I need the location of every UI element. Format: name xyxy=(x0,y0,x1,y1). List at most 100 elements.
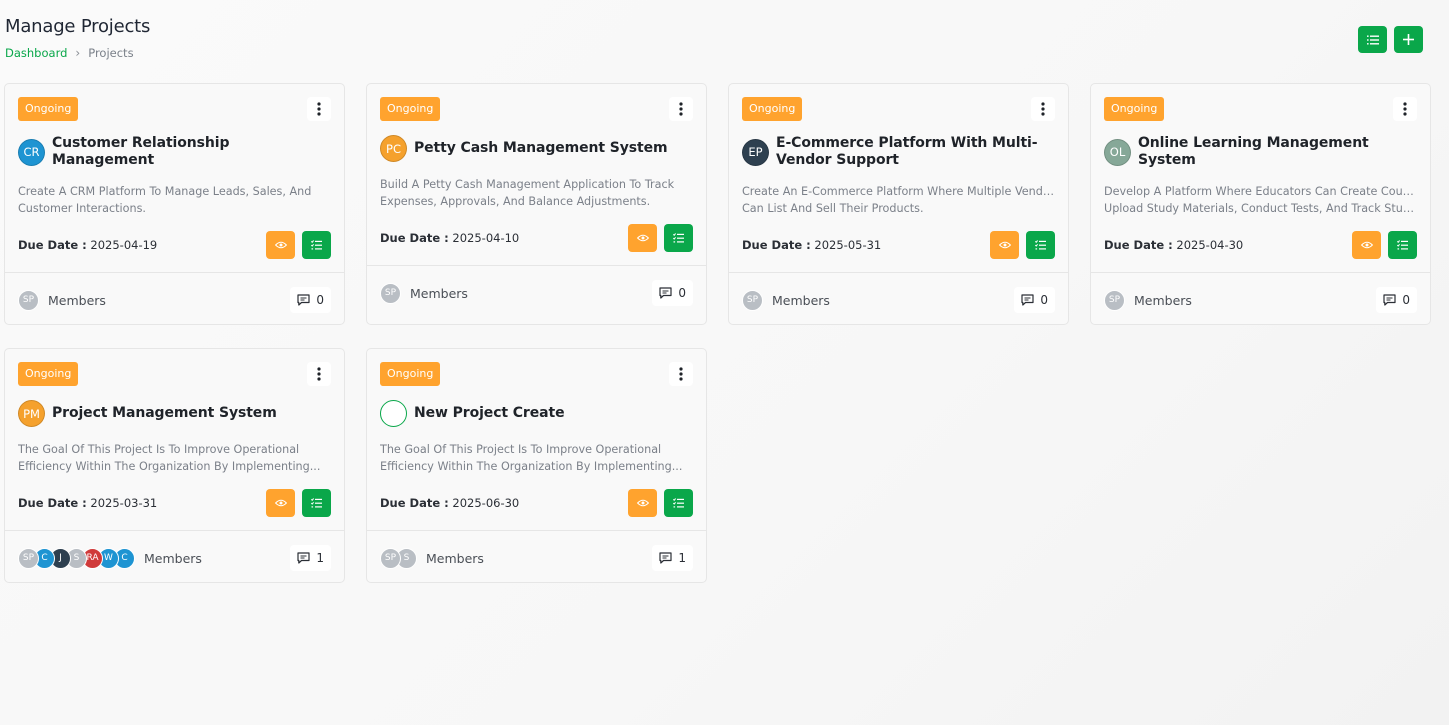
project-tasks-button[interactable] xyxy=(664,224,693,252)
eye-icon xyxy=(1360,241,1373,249)
view-project-button[interactable] xyxy=(990,231,1019,259)
due-date: Due Date : 2025-06-30 xyxy=(380,496,519,510)
project-title[interactable]: New Project Create xyxy=(414,405,565,422)
project-avatar: EP xyxy=(742,138,769,166)
project-title-row: EP E-Commerce Platform With Multi- Vendor … xyxy=(742,135,1055,169)
comments-button[interactable]: 0 xyxy=(652,280,693,306)
card-body: Ongoing CR Customer Relationship Managemen… xyxy=(5,84,344,259)
project-description-line: The Goal Of This Project Is To Improve O… xyxy=(18,443,300,456)
due-date: Due Date : 2025-04-19 xyxy=(18,238,157,252)
comment-icon xyxy=(659,552,672,564)
project-card: Ongoing EP E-Commerce Platform With Multi-… xyxy=(728,83,1069,325)
comment-count: 1 xyxy=(678,551,686,565)
eye-icon xyxy=(274,499,287,507)
project-title-text: Customer Relationship Management xyxy=(52,135,230,168)
project-description-line: Efficiency Within The Organization By Im… xyxy=(380,460,683,473)
breadcrumb: Dashboard › Projects xyxy=(5,46,150,60)
breadcrumb-dashboard-link[interactable]: Dashboard xyxy=(5,46,67,60)
page-header: Manage Projects Dashboard › Projects xyxy=(5,16,150,60)
checklist-icon xyxy=(1035,240,1046,250)
header-actions xyxy=(1358,26,1423,53)
more-vertical-icon xyxy=(1041,102,1045,116)
member-avatar[interactable]: SP xyxy=(742,289,763,311)
chevron-right-icon: › xyxy=(75,46,81,60)
eye-icon xyxy=(274,241,287,249)
card-menu-button[interactable] xyxy=(1031,97,1055,121)
project-title-row: PC Petty Cash Management System xyxy=(380,135,693,162)
project-tasks-button[interactable] xyxy=(302,489,331,517)
status-badge: Ongoing xyxy=(18,97,79,121)
comments-button[interactable]: 0 xyxy=(1014,287,1055,313)
member-avatar[interactable]: SP xyxy=(18,547,39,569)
add-project-button[interactable] xyxy=(1394,26,1423,53)
checklist-icon xyxy=(1397,240,1408,250)
project-tasks-button[interactable] xyxy=(1026,231,1055,259)
card-actions xyxy=(266,489,331,517)
card-body: Ongoing PC Petty Cash Management System Bui… xyxy=(367,84,706,252)
comments-button[interactable]: 1 xyxy=(290,545,331,571)
view-project-button[interactable] xyxy=(1352,231,1381,259)
checklist-icon xyxy=(673,233,684,243)
project-title-row: NP New Project Create xyxy=(380,400,693,427)
due-date-value: 2025-06-30 xyxy=(452,496,520,510)
project-description-line: The Goal Of This Project Is To Improve O… xyxy=(380,443,662,456)
list-view-button[interactable] xyxy=(1358,26,1387,53)
project-title-row: OL Online Learning Management System xyxy=(1104,135,1417,169)
project-description-line: Build A Petty Cash Management Applicatio… xyxy=(380,178,675,191)
project-description-line: Upload Study Materials, Conduct Tests, A… xyxy=(1104,202,1417,215)
project-card: Ongoing NP New Project Create The Goal Of T… xyxy=(366,348,707,583)
project-title[interactable]: Customer Relationship Management xyxy=(52,135,331,169)
members-group: SP Members xyxy=(380,282,468,304)
comments-button[interactable]: 0 xyxy=(290,287,331,313)
project-title[interactable]: Online Learning Management System xyxy=(1138,135,1417,169)
card-menu-button[interactable] xyxy=(669,97,693,121)
project-description: Create A CRM Platform To Manage Leads, S… xyxy=(18,183,331,217)
project-card: Ongoing OL Online Learning Management Syst… xyxy=(1090,83,1431,325)
project-card: Ongoing PC Petty Cash Management System Bui… xyxy=(366,83,707,325)
card-footer: SP Members 0 xyxy=(367,265,706,320)
card-menu-button[interactable] xyxy=(307,362,331,386)
members-group: SP Members xyxy=(18,289,106,311)
comment-icon xyxy=(1021,294,1034,306)
card-menu-button[interactable] xyxy=(1393,97,1417,121)
member-avatar[interactable]: SP xyxy=(1104,289,1125,311)
project-card: Ongoing CR Customer Relationship Managemen… xyxy=(4,83,345,325)
due-date-value: 2025-04-10 xyxy=(452,231,520,245)
project-title[interactable]: Petty Cash Management System xyxy=(414,140,668,157)
status-badge: Ongoing xyxy=(380,362,441,386)
card-menu-button[interactable] xyxy=(307,97,331,121)
member-avatar[interactable]: SP xyxy=(18,289,39,311)
due-date-label: Due Date : xyxy=(1104,238,1173,252)
member-avatar[interactable]: SP xyxy=(380,282,401,304)
due-date: Due Date : 2025-04-30 xyxy=(1104,238,1243,252)
due-date-value: 2025-05-31 xyxy=(814,238,882,252)
comments-button[interactable]: 1 xyxy=(652,545,693,571)
project-tasks-button[interactable] xyxy=(1388,231,1417,259)
view-project-button[interactable] xyxy=(628,489,657,517)
project-avatar: PM xyxy=(18,400,45,427)
eye-icon xyxy=(998,241,1011,249)
members-group: SP S Members xyxy=(380,547,484,569)
comments-button[interactable]: 0 xyxy=(1376,287,1417,313)
project-tasks-button[interactable] xyxy=(302,231,331,259)
project-title-row: CR Customer Relationship Management xyxy=(18,135,331,169)
project-avatar: OL xyxy=(1104,138,1131,166)
project-description: Create An E-Commerce Platform Where Mult… xyxy=(742,183,1055,217)
view-project-button[interactable] xyxy=(266,489,295,517)
more-vertical-icon xyxy=(317,102,321,116)
card-menu-button[interactable] xyxy=(669,362,693,386)
due-date: Due Date : 2025-03-31 xyxy=(18,496,157,510)
members-label: Members xyxy=(410,285,468,301)
project-tasks-button[interactable] xyxy=(664,489,693,517)
comment-icon xyxy=(1383,294,1396,306)
view-project-button[interactable] xyxy=(628,224,657,252)
plus-icon xyxy=(1403,34,1414,45)
view-project-button[interactable] xyxy=(266,231,295,259)
due-date-label: Due Date : xyxy=(380,496,449,510)
project-title[interactable]: Project Management System xyxy=(52,405,277,422)
project-title-line: Vendor Support xyxy=(776,152,899,168)
card-footer: SP Members 0 xyxy=(5,272,344,327)
due-date-label: Due Date : xyxy=(380,231,449,245)
project-title[interactable]: E-Commerce Platform With Multi- Vendor Su… xyxy=(776,135,1038,169)
member-avatar[interactable]: SP xyxy=(380,547,401,569)
